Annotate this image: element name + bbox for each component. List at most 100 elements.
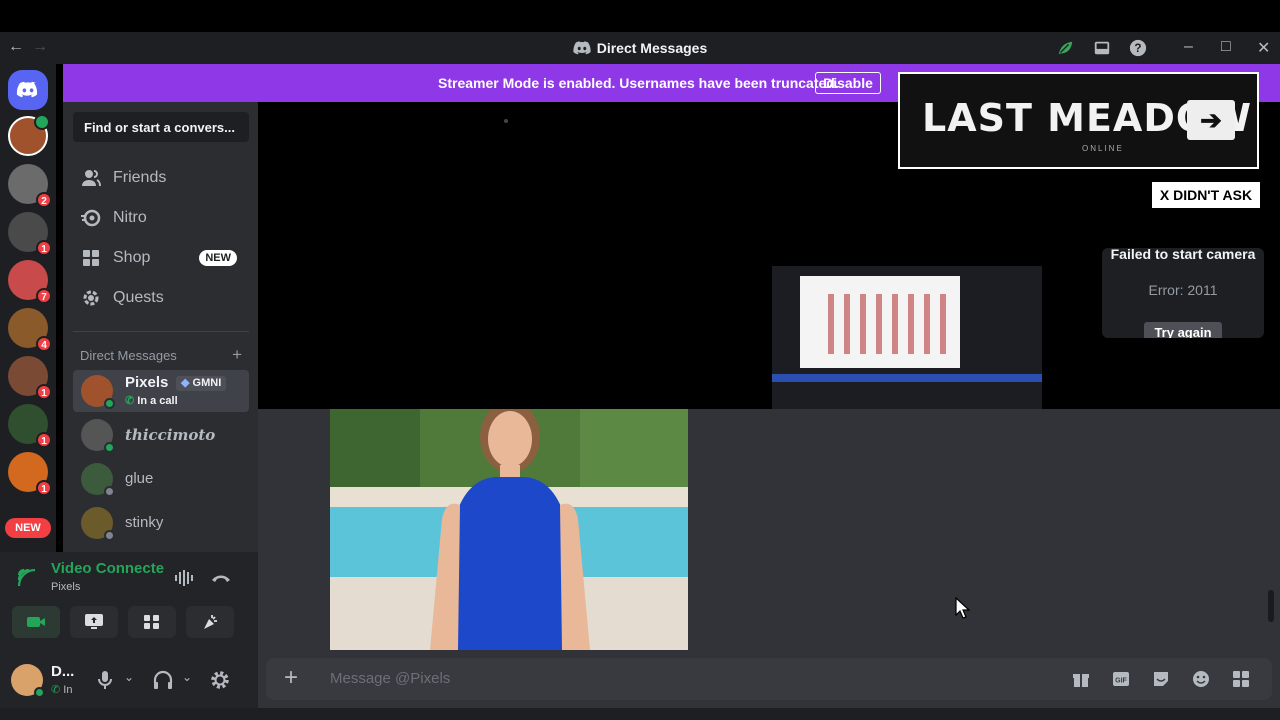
close-icon[interactable]: ✕ [1257,38,1270,58]
home-button[interactable] [8,70,48,110]
discord-home-icon [16,81,38,98]
mic-options-chevron-icon[interactable]: ⌄ [124,670,134,684]
message-composer: + Message @Pixels GIF [266,658,1272,700]
minimize-icon[interactable]: – [1184,38,1193,56]
avatar [81,419,115,453]
gif-icon[interactable]: GIF [1112,670,1130,688]
dm-subtitle: ✆ In a call [125,394,178,407]
user-avatar[interactable] [11,664,45,698]
window-title: Direct Messages [0,40,1280,56]
unread-badge: 1 [36,384,52,400]
guild-tag-text: GMNI [192,377,222,389]
dm-name: Pixels [125,374,169,391]
camera-icon [27,617,45,627]
friends-icon [82,170,101,187]
user-panel: D... ✆ In ⌄ ⌄ [0,654,258,708]
online-status-dot [104,442,115,453]
dm-avatar-pixels[interactable] [8,114,50,156]
share-screen-button[interactable] [70,606,118,638]
camera-error-tile: Failed to start camera Error: 2011 Try a… [1102,248,1264,338]
dm-item-pixels[interactable]: Pixels ◆ GMNI ✆ In a call [73,370,249,412]
dm-name: stinky [125,514,164,531]
unread-badge: 1 [36,432,52,448]
unread-badge: 1 [36,480,52,496]
svg-text:GIF: GIF [1115,678,1127,685]
soundboard-icon [204,615,217,629]
unread-badge: 1 [36,240,52,256]
voice-channel[interactable]: Pixels [51,581,80,593]
new-servers-pill[interactable]: NEW [5,518,51,538]
try-again-button[interactable]: Try again [1144,322,1222,338]
discord-logo-icon [573,41,591,55]
dm-item-thiccimoto[interactable]: thiccimoto [73,414,249,456]
activities-button[interactable] [128,606,176,638]
unread-badge: 4 [36,336,52,352]
message-input[interactable]: Message @Pixels [330,670,450,687]
dm-item-glue[interactable]: glue [73,458,249,500]
gem-icon: ◆ [181,377,190,389]
server-icon-3[interactable]: 7 [8,260,52,304]
signal-icon [17,568,36,587]
didnt-ask-button[interactable]: X DIDN'T ASK [1152,182,1260,208]
attach-plus-icon[interactable]: + [284,666,298,690]
dm-item-stinky[interactable]: stinky [73,502,249,544]
mouse-cursor-icon [955,597,971,619]
create-dm-plus-icon[interactable]: + [232,345,242,365]
microphone-icon[interactable] [97,670,113,690]
shared-window-preview [800,276,960,368]
nav-label: Quests [113,289,164,306]
shop-icon [83,250,99,266]
last-meadow-overlay[interactable]: LAST MEADOW ONLINE ➔ [898,72,1259,169]
maximize-icon[interactable]: □ [1221,38,1231,56]
server-icon-7[interactable]: 1 [8,452,52,496]
taskbar-preview [772,374,1042,382]
screen-share-icon [85,614,103,629]
nav-nitro[interactable]: Nitro [73,200,249,236]
noise-suppression-icon[interactable] [174,568,194,588]
server-icon-4[interactable]: 4 [8,308,52,352]
headphone-options-chevron-icon[interactable]: ⌄ [182,670,192,684]
last-meadow-subtitle: ONLINE [1082,144,1124,153]
offline-status-dot [104,486,115,497]
stage-dot [504,119,508,123]
window-title-text: Direct Messages [596,40,708,56]
server-icon-1[interactable]: 2 [8,164,52,208]
user-status-text: In [63,684,73,696]
nav-quests[interactable]: Quests [73,280,249,316]
dm-name: thiccimoto [125,426,216,444]
disconnect-icon[interactable] [210,568,232,588]
settings-gear-icon[interactable] [210,670,230,690]
sticker-icon[interactable] [1152,670,1170,688]
gift-icon[interactable] [1072,670,1090,688]
unread-badge: 7 [36,288,52,304]
server-icon-2[interactable]: 1 [8,212,52,256]
server-icon-6[interactable]: 1 [8,404,52,448]
online-status-dot [104,398,115,409]
disable-streamer-mode-button[interactable]: Disable [815,72,881,94]
camera-button[interactable] [12,606,60,638]
camera-error-code: Error: 2011 [1148,282,1218,298]
headphones-icon[interactable] [153,670,173,690]
user-name: D... [51,663,75,680]
nav-shop[interactable]: Shop NEW [73,240,249,276]
nitro-leaf-icon[interactable] [1056,39,1074,57]
scrollbar-thumb[interactable] [1268,590,1274,622]
avatar [81,375,115,409]
user-status: ✆ In [51,683,72,696]
server-icon-5[interactable]: 1 [8,356,52,400]
camera-error-title: Failed to start camera [1110,248,1256,262]
quests-icon [83,290,99,306]
screen-share-tile[interactable] [772,266,1042,409]
emoji-icon[interactable] [1192,670,1210,688]
image-attachment[interactable] [330,409,688,650]
new-tag: NEW [199,250,237,266]
inbox-icon[interactable] [1093,39,1111,57]
find-conversation-input[interactable]: Find or start a convers... [73,112,249,142]
help-icon[interactable]: ? [1129,39,1147,57]
soundboard-button[interactable] [186,606,234,638]
apps-icon[interactable] [1232,670,1250,688]
offline-status-dot [104,530,115,541]
nav-label: Shop [113,249,151,266]
last-meadow-arrow-icon[interactable]: ➔ [1187,100,1235,140]
nav-friends[interactable]: Friends [73,160,249,196]
